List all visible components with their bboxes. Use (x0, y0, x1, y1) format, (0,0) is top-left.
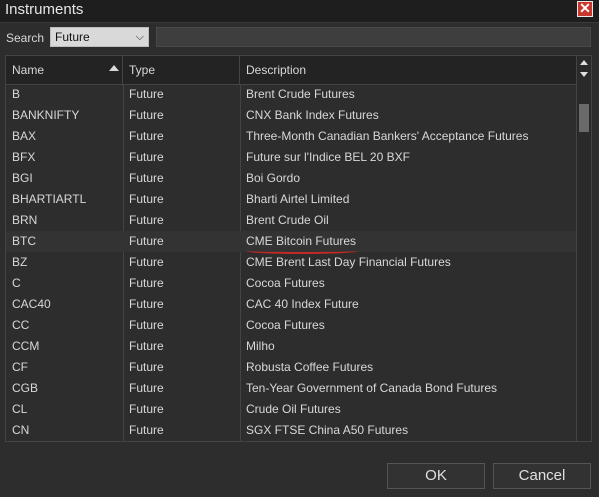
table-row[interactable]: BTC Future CME Bitcoin Futures (6, 231, 576, 254)
chevron-down-icon: ⌵ (135, 31, 144, 43)
scrollbar-thumb[interactable] (579, 104, 589, 132)
grid-header: Name Type Description (6, 56, 576, 85)
cell-description: Three-Month Canadian Bankers' Acceptance… (246, 129, 529, 143)
cell-description: Milho (246, 339, 275, 353)
cell-type: Future (129, 150, 164, 164)
cell-description: Robusta Coffee Futures (246, 360, 374, 374)
table-row[interactable]: B Future Brent Crude Futures (6, 84, 576, 105)
table-row[interactable]: CCM Future Milho (6, 336, 576, 357)
cell-type: Future (129, 213, 164, 227)
cell-description: SGX FTSE China A50 Futures (246, 423, 409, 437)
cell-type: Future (129, 276, 164, 290)
cancel-button[interactable]: Cancel (493, 463, 591, 489)
scroll-down-icon[interactable] (580, 72, 588, 77)
ok-button[interactable]: OK (387, 463, 485, 489)
column-header-type[interactable]: Type (123, 56, 240, 84)
cell-type: Future (129, 402, 164, 416)
table-row[interactable]: BHARTIARTL Future Bharti Airtel Limited (6, 189, 576, 210)
table-row[interactable]: CL Future Crude Oil Futures (6, 399, 576, 420)
table-row[interactable]: CF Future Robusta Coffee Futures (6, 357, 576, 378)
cell-type: Future (129, 381, 164, 395)
vertical-scrollbar[interactable] (576, 56, 591, 441)
cell-description: CNX Bank Index Futures (246, 108, 379, 122)
cell-name: CCM (12, 339, 40, 353)
cell-type: Future (129, 192, 164, 206)
cell-name: BANKNIFTY (12, 108, 80, 122)
cell-type: Future (129, 234, 164, 248)
cell-type: Future (129, 318, 164, 332)
table-row[interactable]: BANKNIFTY Future CNX Bank Index Futures (6, 105, 576, 126)
cell-type: Future (129, 87, 164, 101)
table-row[interactable]: CGB Future Ten-Year Government of Canada B… (6, 378, 576, 399)
table-row[interactable]: BFX Future Future sur l'Indice BEL 20 BXF (6, 147, 576, 168)
search-input[interactable] (156, 27, 591, 47)
table-row[interactable]: CN Future SGX FTSE China A50 Futures (6, 420, 576, 441)
cell-name: BFX (12, 150, 36, 164)
cell-name: BHARTIARTL (12, 192, 87, 206)
cell-description: CME Brent Last Day Financial Futures (246, 255, 451, 269)
sort-ascending-icon (109, 65, 119, 71)
cell-description: Bharti Airtel Limited (246, 192, 350, 206)
search-label: Search (6, 31, 45, 45)
cell-name: BTC (12, 234, 36, 248)
close-button[interactable]: ✕ (577, 1, 593, 17)
cell-type: Future (129, 171, 164, 185)
cell-type: Future (129, 255, 164, 269)
cell-description: CAC 40 Index Future (246, 297, 359, 311)
cell-description: Boi Gordo (246, 171, 301, 185)
table-row[interactable]: CAC40 Future CAC 40 Index Future (6, 294, 576, 315)
instruments-grid: Name Type Description B Future Brent Crude… (5, 55, 592, 442)
cell-name: BGI (12, 171, 33, 185)
cell-type: Future (129, 423, 164, 437)
cell-name: CN (12, 423, 30, 437)
grid-rows: B Future Brent Crude Futures BANKNIFTY Futur… (6, 84, 576, 441)
cell-name: BAX (12, 129, 37, 143)
cell-type: Future (129, 108, 164, 122)
table-row[interactable]: CC Future Cocoa Futures (6, 315, 576, 336)
cell-description: Brent Crude Futures (246, 87, 355, 101)
cell-name: CC (12, 318, 30, 332)
cell-type: Future (129, 339, 164, 353)
table-row[interactable]: BGI Future Boi Gordo (6, 168, 576, 189)
title-bar: Instruments ✕ (0, 0, 599, 23)
cell-name: B (12, 87, 21, 101)
column-header-name-label: Name (12, 63, 45, 77)
cell-type: Future (129, 360, 164, 374)
column-header-description[interactable]: Description (240, 56, 576, 84)
cell-type: Future (129, 129, 164, 143)
cell-description: Future sur l'Indice BEL 20 BXF (246, 150, 410, 164)
cell-description: Brent Crude Oil (246, 213, 329, 227)
instrument-type-value: Future (55, 30, 90, 44)
table-row[interactable]: BZ Future CME Brent Last Day Financial Fut… (6, 252, 576, 273)
cell-name: BRN (12, 213, 38, 227)
column-header-name[interactable]: Name (6, 56, 123, 84)
cell-name: CL (12, 402, 28, 416)
cell-name: CAC40 (12, 297, 51, 311)
cell-name: CF (12, 360, 28, 374)
cell-description: Cocoa Futures (246, 318, 325, 332)
cell-description: Crude Oil Futures (246, 402, 341, 416)
cell-name: CGB (12, 381, 39, 395)
column-header-type-label: Type (129, 63, 156, 77)
table-row[interactable]: BAX Future Three-Month Canadian Bankers' A… (6, 126, 576, 147)
cell-type: Future (129, 297, 164, 311)
table-row[interactable]: C Future Cocoa Futures (6, 273, 576, 294)
cell-name: C (12, 276, 21, 290)
cell-name: BZ (12, 255, 28, 269)
scroll-up-icon[interactable] (580, 60, 588, 65)
table-row[interactable]: BRN Future Brent Crude Oil (6, 210, 576, 231)
window-title: Instruments (5, 1, 84, 18)
column-header-description-label: Description (246, 63, 307, 77)
cell-description: Ten-Year Government of Canada Bond Futur… (246, 381, 498, 395)
cell-description: Cocoa Futures (246, 276, 325, 290)
close-icon: ✕ (579, 0, 591, 16)
instrument-type-select[interactable]: Future ⌵ (50, 27, 149, 47)
